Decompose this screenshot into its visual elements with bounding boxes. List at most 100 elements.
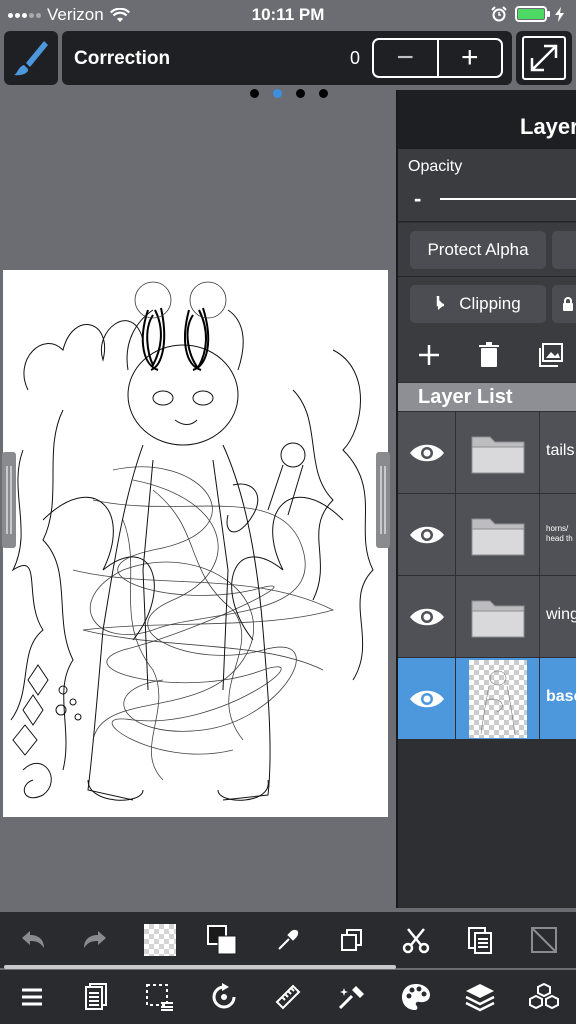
visibility-toggle[interactable] bbox=[398, 494, 456, 576]
main-toolbar bbox=[0, 970, 576, 1024]
protect-alpha-button[interactable]: Protect Alpha bbox=[410, 231, 546, 269]
layer-panel-title: Layer bbox=[520, 114, 576, 139]
visibility-toggle[interactable] bbox=[398, 576, 456, 658]
clipboard-icon bbox=[468, 927, 492, 954]
layer-name: tails bbox=[546, 442, 575, 459]
layer-thumbnail bbox=[456, 412, 540, 494]
transform-button[interactable] bbox=[208, 981, 240, 1013]
selection-icon bbox=[146, 984, 173, 1011]
layer-thumbnail bbox=[456, 494, 540, 576]
visibility-toggle[interactable] bbox=[398, 412, 456, 494]
sketch-artwork bbox=[10, 281, 374, 801]
layer-thumbnail bbox=[456, 576, 540, 658]
copy-button[interactable] bbox=[336, 924, 368, 956]
correction-value: 0 bbox=[349, 48, 360, 68]
redo-icon bbox=[84, 931, 106, 948]
magic-wand-icon bbox=[338, 986, 364, 1010]
transparent-color-icon bbox=[144, 924, 176, 956]
cubes-icon bbox=[529, 982, 559, 1010]
undo-icon bbox=[22, 931, 44, 948]
visibility-toggle[interactable] bbox=[398, 658, 456, 740]
palette-icon bbox=[402, 984, 430, 1010]
status-bar: Verizon 10:11 PM bbox=[0, 0, 576, 30]
color-swap-icon bbox=[207, 925, 237, 955]
layer-image-button[interactable] bbox=[538, 342, 564, 373]
correction-stepper: − + bbox=[372, 38, 503, 78]
protect-alpha-label: Protect Alpha bbox=[427, 240, 529, 259]
lock-layer-button[interactable] bbox=[552, 285, 576, 323]
lock-button[interactable] bbox=[552, 231, 576, 269]
expand-icon bbox=[522, 36, 566, 80]
layer-panel: Layer Opacity - Protect Alpha Clipping L… bbox=[396, 90, 576, 908]
clear-icon bbox=[531, 927, 557, 953]
page-dot[interactable] bbox=[250, 89, 259, 98]
brush-icon bbox=[14, 41, 48, 76]
layer-list-header: Layer List bbox=[398, 383, 576, 411]
delete-layer-button[interactable] bbox=[478, 342, 500, 373]
folder-icon bbox=[471, 600, 524, 638]
page-indicator bbox=[250, 89, 328, 98]
plus-icon bbox=[419, 345, 439, 365]
undo-button[interactable] bbox=[16, 924, 48, 956]
ruler-icon bbox=[275, 984, 301, 1010]
layer-row-horns[interactable]: horns/ head th bbox=[398, 494, 576, 576]
eye-icon bbox=[409, 526, 444, 544]
page-dot[interactable] bbox=[296, 89, 305, 98]
ruler-button[interactable] bbox=[272, 981, 304, 1013]
correction-label: Correction bbox=[74, 48, 171, 69]
clipping-button[interactable]: Clipping bbox=[410, 285, 546, 323]
gallery-button[interactable] bbox=[80, 981, 112, 1013]
charging-icon bbox=[555, 6, 564, 22]
color-palette-button[interactable] bbox=[400, 981, 432, 1013]
correction-control: Correction 0 − + bbox=[62, 31, 512, 85]
eye-icon bbox=[409, 608, 444, 626]
folder-icon bbox=[471, 518, 524, 556]
opacity-slider[interactable] bbox=[440, 198, 576, 200]
lock-icon bbox=[563, 297, 573, 311]
filter-button[interactable] bbox=[336, 981, 368, 1013]
add-layer-button[interactable] bbox=[416, 342, 442, 373]
layer-actions-row bbox=[398, 330, 576, 382]
drawing-canvas[interactable] bbox=[3, 270, 388, 817]
redo-button[interactable] bbox=[80, 924, 112, 956]
layer-name: base bbox=[546, 688, 576, 705]
brush-tool-button[interactable] bbox=[4, 31, 58, 85]
paste-button[interactable] bbox=[464, 924, 496, 956]
clear-button[interactable] bbox=[528, 924, 560, 956]
layers-icon bbox=[465, 984, 495, 1012]
page-dot-active[interactable] bbox=[273, 89, 282, 98]
correction-decrease-button[interactable]: − bbox=[374, 40, 439, 76]
layer-row-tails[interactable]: tails bbox=[398, 412, 576, 494]
folder-icon bbox=[471, 436, 524, 474]
layers-button[interactable] bbox=[464, 981, 496, 1013]
eyedropper-button[interactable] bbox=[272, 924, 304, 956]
page-dot[interactable] bbox=[319, 89, 328, 98]
alarm-icon bbox=[491, 6, 507, 22]
image-icon bbox=[539, 343, 563, 367]
color-swap-button[interactable] bbox=[206, 924, 238, 956]
opacity-label: Opacity bbox=[408, 158, 463, 175]
toolbar-scrollbar[interactable] bbox=[4, 965, 396, 969]
menu-icon bbox=[22, 988, 42, 1006]
fullscreen-button[interactable] bbox=[516, 31, 572, 85]
clipping-row: Clipping bbox=[398, 277, 576, 331]
canvas-right-handle[interactable] bbox=[376, 452, 390, 548]
layer-name: horns/ head th bbox=[546, 524, 573, 543]
layer-preview bbox=[468, 660, 527, 738]
canvas-left-handle[interactable] bbox=[2, 452, 16, 548]
foreground-color-button[interactable] bbox=[144, 924, 176, 956]
layer-row-wing[interactable]: wing bbox=[398, 576, 576, 658]
edit-toolbar bbox=[0, 912, 576, 968]
scissors-icon bbox=[402, 928, 430, 954]
materials-button[interactable] bbox=[528, 981, 560, 1013]
opacity-section: Opacity - bbox=[398, 150, 576, 222]
selection-button[interactable] bbox=[144, 981, 176, 1013]
clipping-label: Clipping bbox=[459, 294, 521, 313]
menu-button[interactable] bbox=[16, 981, 48, 1013]
battery-icon bbox=[515, 6, 550, 22]
layer-row-base[interactable]: base bbox=[398, 658, 576, 740]
cut-button[interactable] bbox=[400, 924, 432, 956]
pages-icon bbox=[85, 983, 107, 1010]
correction-increase-button[interactable]: + bbox=[439, 40, 502, 76]
opacity-decrease-button[interactable]: - bbox=[414, 186, 421, 212]
